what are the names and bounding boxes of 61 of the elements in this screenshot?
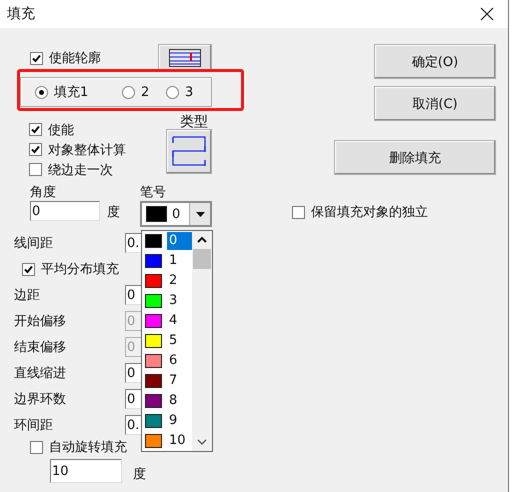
radio-button[interactable]	[122, 86, 135, 98]
angle-field[interactable]: 0	[30, 201, 100, 221]
field-label: 直线缩进	[14, 365, 66, 382]
radio-button[interactable]	[166, 86, 179, 98]
pen-list-item[interactable]: 7	[142, 371, 192, 391]
pen-list-item[interactable]: 5	[142, 331, 192, 351]
field-label: 线间距	[14, 235, 53, 252]
unit-label: 度	[133, 467, 146, 483]
checkbox[interactable]	[30, 440, 43, 454]
checkbox-label: 自动旋转填充	[49, 439, 127, 456]
ok-button[interactable]: 确定(O)	[374, 44, 496, 79]
pen-combo[interactable]: 0	[140, 201, 212, 227]
pen-list-item[interactable]: 8	[142, 391, 192, 411]
pen-list-item[interactable]: 4	[142, 311, 192, 331]
scroll-thumb[interactable]	[193, 249, 211, 269]
checkbox-label: 对象整体计算	[48, 142, 126, 158]
pen-list-item[interactable]: 2	[142, 271, 192, 291]
pen-list-item[interactable]: 10	[142, 431, 192, 451]
input-field[interactable]: 0	[125, 389, 141, 409]
field-label: 边界环数	[14, 391, 66, 408]
checkbox-label: 使能	[48, 122, 74, 138]
delete-fill-button[interactable]: 删除填充	[334, 140, 496, 175]
checkbox-label: 平均分布填充	[41, 261, 119, 278]
checkbox[interactable]	[22, 262, 35, 276]
pen-label: 笔号	[140, 184, 167, 201]
checkbox[interactable]	[29, 143, 42, 156]
pen-list-item[interactable]: 6	[142, 351, 192, 371]
checkbox[interactable]	[29, 163, 42, 176]
pen-list-item[interactable]: 1	[142, 251, 192, 271]
dropdown-icon	[196, 212, 204, 216]
radio-label: 3	[185, 84, 194, 100]
field-label: 边距	[14, 287, 40, 304]
unit-label: 度	[107, 205, 120, 221]
checkbox-label: 使能轮廓	[49, 50, 101, 67]
input-field[interactable]: 0.	[125, 233, 141, 253]
input-field[interactable]: 0.	[125, 415, 141, 435]
rotation-field[interactable]: 10	[50, 459, 122, 483]
checkbox-label: 绕边走一次	[48, 162, 113, 178]
radio-label: 2	[141, 84, 150, 100]
radio-label: 填充1	[54, 84, 88, 101]
type-label: 类型	[180, 115, 208, 129]
cancel-button[interactable]: 取消(C)	[374, 86, 496, 121]
hatch-lines-icon	[169, 49, 201, 67]
radio-button[interactable]	[35, 86, 48, 98]
window-title: 填充	[7, 5, 35, 23]
close-icon[interactable]	[480, 7, 494, 21]
scrollbar[interactable]	[192, 231, 212, 451]
checkbox-label: 保留填充对象的独立	[311, 204, 428, 221]
checkbox[interactable]	[29, 123, 42, 136]
checkbox[interactable]	[30, 52, 43, 64]
input-field[interactable]: 0	[125, 363, 141, 383]
fill-type-button[interactable]	[166, 129, 212, 174]
pen-list-item[interactable]: 0	[142, 231, 192, 251]
pen-list-item[interactable]: 3	[142, 291, 192, 311]
input-field[interactable]: 0	[125, 285, 141, 305]
field-label: 环间距	[14, 417, 53, 434]
field-label: 结束偏移	[14, 339, 66, 356]
angle-label: 角度	[30, 184, 57, 201]
field-label: 开始偏移	[14, 313, 66, 330]
pen-list-item[interactable]: 9	[142, 411, 192, 431]
checkbox[interactable]	[292, 206, 305, 218]
